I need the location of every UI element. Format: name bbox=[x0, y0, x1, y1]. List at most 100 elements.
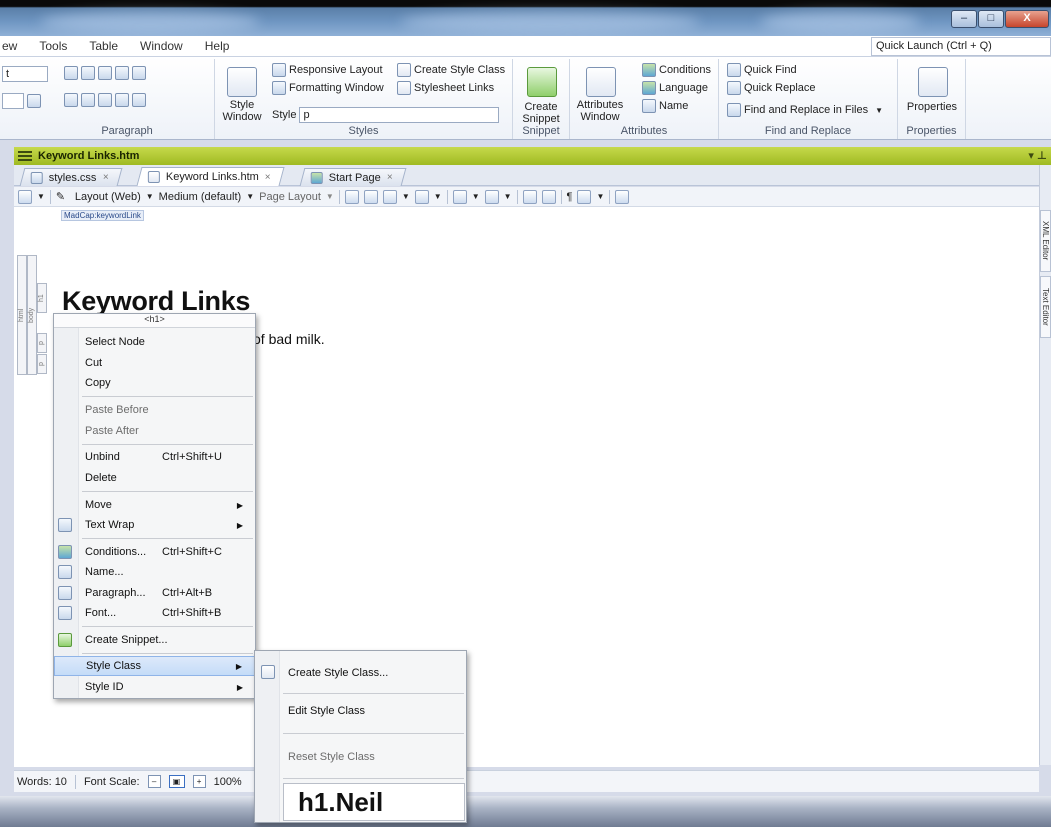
structure-bar-body[interactable]: body bbox=[27, 255, 37, 375]
menu-item-name[interactable]: Name... bbox=[54, 562, 255, 582]
menu-item-copy[interactable]: Copy bbox=[54, 373, 255, 393]
language-button[interactable]: Language bbox=[659, 82, 708, 94]
zoom-out-icon[interactable]: – bbox=[147, 775, 161, 788]
paragraph-text[interactable]: of bad milk. bbox=[253, 331, 325, 347]
menu-item-move[interactable]: Move ▶ bbox=[54, 495, 255, 515]
close-icon[interactable]: × bbox=[265, 172, 271, 183]
maximize-button[interactable]: □ bbox=[978, 10, 1004, 28]
breadcrumb[interactable]: MadCap:keywordLink bbox=[61, 210, 144, 221]
quick-find-button[interactable]: Quick Find bbox=[744, 64, 797, 76]
stylesheet-links-button[interactable]: Stylesheet Links bbox=[414, 82, 494, 94]
tab-styles-css[interactable]: styles.css × bbox=[19, 168, 122, 186]
layout-dropdown[interactable]: Layout (Web) bbox=[75, 191, 141, 203]
conditions-button[interactable]: Conditions bbox=[659, 64, 711, 76]
name-button[interactable]: Name bbox=[659, 100, 688, 112]
menu-table[interactable]: Table bbox=[78, 39, 129, 53]
structure-bar-p[interactable]: p bbox=[37, 333, 47, 353]
quick-launch-input[interactable]: Quick Launch (Ctrl + Q) bbox=[871, 37, 1051, 56]
menu-item-paste-before[interactable]: Paste Before bbox=[54, 400, 255, 420]
properties-icon[interactable] bbox=[918, 67, 948, 97]
create-snippet-icon[interactable] bbox=[527, 67, 557, 97]
find-in-files-button[interactable]: Find and Replace in Files bbox=[744, 104, 868, 116]
size-dropdown[interactable] bbox=[2, 93, 24, 109]
name-icon bbox=[58, 565, 72, 579]
menu-item-create-style-class[interactable]: Create Style Class... bbox=[288, 667, 388, 679]
structure-bar-h1[interactable]: h1 bbox=[37, 283, 47, 313]
menu-window[interactable]: Window bbox=[129, 39, 194, 53]
create-snippet-button[interactable]: Create Snippet bbox=[516, 101, 566, 125]
create-style-class-icon bbox=[397, 63, 411, 77]
menu-item-style-id[interactable]: Style ID ▶ bbox=[54, 677, 255, 697]
menu-item-text-wrap[interactable]: Text Wrap ▶ bbox=[54, 515, 255, 535]
menu-item-select-node[interactable]: Select Node bbox=[54, 332, 255, 352]
table-view-icon[interactable] bbox=[615, 189, 630, 204]
style-window-button[interactable]: Style Window bbox=[218, 99, 266, 123]
properties-button[interactable]: Properties bbox=[900, 101, 964, 113]
border-icon[interactable] bbox=[132, 66, 146, 80]
medium-dropdown[interactable]: Medium (default) bbox=[159, 191, 242, 203]
menu-item-edit-style-class[interactable]: Edit Style Class bbox=[288, 705, 365, 717]
align-center-icon[interactable] bbox=[81, 93, 95, 107]
close-icon[interactable]: × bbox=[387, 172, 393, 183]
align-right-icon[interactable] bbox=[98, 93, 112, 107]
zoom-reset-icon[interactable]: ▣ bbox=[168, 775, 185, 788]
structure-bar-p[interactable]: p bbox=[37, 354, 47, 374]
menu-item-style-class[interactable]: Style Class ▶ bbox=[54, 656, 255, 676]
menu-icon[interactable] bbox=[18, 151, 32, 161]
show-spans-icon[interactable] bbox=[363, 189, 378, 204]
conditions-view-icon[interactable] bbox=[541, 189, 556, 204]
chevron-down-icon[interactable]: ▼ bbox=[875, 106, 883, 115]
pin-icon[interactable]: ▾ ⊥ bbox=[1028, 149, 1047, 162]
create-style-class-button[interactable]: Create Style Class bbox=[414, 64, 505, 76]
justify-icon[interactable] bbox=[115, 93, 129, 107]
bullet-list-icon[interactable] bbox=[64, 66, 78, 80]
style-dropdown[interactable]: p bbox=[299, 107, 500, 123]
attributes-window-icon[interactable] bbox=[586, 67, 616, 97]
show-blocks-icon[interactable] bbox=[344, 189, 359, 204]
menu-item-reset-style-class[interactable]: Reset Style Class bbox=[288, 751, 375, 763]
menu-item-unbind[interactable]: Unbind Ctrl+Shift+U bbox=[54, 447, 255, 467]
increase-indent-icon[interactable] bbox=[98, 66, 112, 80]
text-icon[interactable] bbox=[484, 189, 499, 204]
menu-item-conditions[interactable]: Conditions... Ctrl+Shift+C bbox=[54, 542, 255, 562]
style-class-preview[interactable]: h1.Neil bbox=[283, 783, 465, 821]
close-button[interactable]: X bbox=[1005, 10, 1049, 28]
minimize-button[interactable]: – bbox=[951, 10, 977, 28]
pilcrow-icon[interactable]: ¶ bbox=[567, 191, 573, 203]
xml-editor-tab[interactable]: XML Editor bbox=[1040, 210, 1051, 272]
menu-item-paragraph[interactable]: Paragraph... Ctrl+Alt+B bbox=[54, 583, 255, 603]
formatting-window-button[interactable]: Formatting Window bbox=[289, 82, 384, 94]
zoom-in-icon[interactable]: + bbox=[192, 775, 206, 788]
tracking-icon[interactable] bbox=[414, 189, 429, 204]
clear-format-icon[interactable] bbox=[132, 93, 146, 107]
close-icon[interactable]: × bbox=[103, 172, 109, 183]
outline-icon[interactable] bbox=[452, 189, 467, 204]
text-editor-tab[interactable]: Text Editor bbox=[1040, 276, 1051, 338]
menu-item-create-snippet[interactable]: Create Snippet... bbox=[54, 630, 255, 650]
attributes-window-button[interactable]: Attributes Window bbox=[576, 99, 624, 123]
paragraph-mark-icon[interactable] bbox=[27, 94, 41, 108]
quick-replace-button[interactable]: Quick Replace bbox=[744, 82, 816, 94]
page-layout-dropdown[interactable]: Page Layout bbox=[259, 191, 321, 203]
paragraph-icon bbox=[58, 586, 72, 600]
menu-tools[interactable]: Tools bbox=[28, 39, 78, 53]
menu-view[interactable]: ew bbox=[0, 39, 28, 53]
tab-start-page[interactable]: Start Page × bbox=[299, 168, 407, 186]
highlight-icon[interactable] bbox=[577, 189, 592, 204]
structure-bar-html[interactable]: html bbox=[17, 255, 27, 375]
menu-item-paste-after[interactable]: Paste After bbox=[54, 421, 255, 441]
font-dropdown[interactable]: t bbox=[2, 66, 48, 82]
align-left-icon[interactable] bbox=[64, 93, 78, 107]
responsive-layout-button[interactable]: Responsive Layout bbox=[289, 64, 383, 76]
decrease-indent-icon[interactable] bbox=[81, 66, 95, 80]
view-mode-icon[interactable] bbox=[522, 189, 537, 204]
menu-help[interactable]: Help bbox=[194, 39, 241, 53]
menu-item-font[interactable]: Font... Ctrl+Shift+B bbox=[54, 603, 255, 623]
menu-item-delete[interactable]: Delete bbox=[54, 468, 255, 488]
markers-icon[interactable] bbox=[382, 189, 397, 204]
menu-item-cut[interactable]: Cut bbox=[54, 353, 255, 373]
tab-keyword-links[interactable]: Keyword Links.htm × bbox=[136, 167, 285, 186]
preview-icon[interactable] bbox=[18, 189, 32, 204]
numbered-list-icon[interactable] bbox=[115, 66, 129, 80]
style-window-icon[interactable] bbox=[227, 67, 257, 97]
